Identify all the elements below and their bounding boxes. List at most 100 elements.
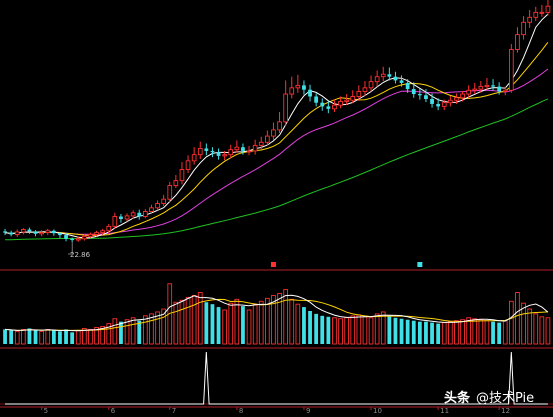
- x-tick-label: 10: [373, 407, 382, 415]
- volume-bar: [210, 304, 215, 344]
- volume-bar: [21, 328, 26, 345]
- volume-bar: [246, 309, 252, 345]
- candle-body: [380, 73, 386, 78]
- candle-body: [539, 11, 545, 14]
- volume-bar: [58, 331, 62, 344]
- candle-body: [320, 102, 325, 107]
- volume-bar: [460, 319, 465, 345]
- candle-body: [368, 81, 374, 89]
- candle-body: [228, 149, 234, 156]
- volume-bar: [332, 317, 337, 345]
- candle-body: [51, 230, 56, 234]
- stock-chart: 5 6 7 8 9 10 11 12 22.86 头条 @技术Pie: [0, 0, 553, 417]
- candle-body: [191, 154, 197, 162]
- volume-bar: [130, 317, 136, 345]
- candle-body: [374, 76, 380, 83]
- candle-body: [33, 231, 38, 234]
- candle-body: [497, 86, 502, 92]
- candle-body: [424, 95, 428, 99]
- stock-chart-svg: 5 6 7 8 9 10 11 12 22.86 头条 @技术Pie: [0, 0, 553, 415]
- candle-body: [210, 150, 215, 153]
- volume-bar: [478, 319, 484, 345]
- volume-bar: [64, 329, 68, 344]
- candle-body: [112, 216, 118, 227]
- volume-bar: [204, 302, 209, 344]
- candle-body: [460, 93, 465, 99]
- volume-bar: [51, 330, 56, 344]
- candle-body: [430, 98, 434, 104]
- candle-body: [82, 235, 87, 240]
- volume-bar: [137, 320, 142, 344]
- candle-body: [173, 180, 179, 187]
- volume-bar: [411, 320, 416, 344]
- volume-bar: [295, 303, 301, 345]
- volume-bar: [143, 315, 148, 345]
- candle-body: [302, 85, 306, 90]
- volume-bar: [344, 317, 349, 345]
- candle-body: [124, 215, 130, 220]
- candle-body: [308, 89, 312, 97]
- candlestick-layer: [3, 0, 551, 267]
- candle-body: [436, 103, 441, 107]
- volume-bar: [515, 292, 520, 345]
- candle-body: [149, 207, 154, 213]
- candle-body: [258, 141, 264, 146]
- volume-bar: [441, 322, 447, 345]
- volume-layer: [3, 283, 551, 345]
- candle-body: [417, 94, 422, 96]
- candle-body: [491, 85, 495, 87]
- volume-bar: [436, 323, 441, 344]
- x-tick-label: 11: [440, 407, 449, 415]
- candle-body: [411, 89, 416, 95]
- candle-body: [14, 231, 20, 235]
- volume-bar: [374, 313, 380, 345]
- candle-body: [502, 89, 508, 93]
- volume-bar: [545, 317, 551, 345]
- volume-bar: [350, 315, 356, 345]
- volume-bar: [527, 308, 532, 345]
- candle-body: [533, 11, 539, 18]
- volume-bar: [302, 307, 306, 344]
- volume-bar: [314, 313, 319, 344]
- candle-body: [222, 154, 227, 157]
- candle-body: [527, 16, 532, 23]
- candle-body: [27, 229, 32, 232]
- volume-bar: [277, 293, 282, 345]
- volume-bar: [3, 329, 7, 344]
- volume-bar: [497, 322, 502, 344]
- moving-average-layer: [4, 13, 549, 241]
- candle-body: [545, 5, 551, 13]
- x-tick-label: 9: [306, 407, 310, 415]
- volume-bar: [356, 314, 362, 345]
- candle-body: [509, 49, 514, 91]
- volume-bar: [491, 321, 495, 344]
- candle-body: [295, 84, 301, 89]
- candle-body: [94, 232, 99, 235]
- candle-body: [241, 147, 245, 151]
- x-tick-label: 5: [44, 407, 48, 415]
- candle-body: [478, 86, 484, 90]
- candle-body: [130, 212, 136, 217]
- volume-bar: [9, 330, 14, 344]
- volume-bar: [119, 321, 123, 344]
- volume-bar: [320, 315, 325, 344]
- candle-body: [216, 152, 221, 156]
- candle-body: [119, 216, 123, 219]
- candle-body: [441, 102, 447, 107]
- x-tick-label: 6: [111, 407, 116, 415]
- volume-bar: [448, 321, 453, 345]
- volume-bar: [430, 322, 434, 344]
- volume-bar: [124, 319, 130, 345]
- candle-body: [137, 212, 142, 217]
- volume-bar: [393, 317, 398, 344]
- candle-body: [344, 99, 349, 102]
- candle-body: [88, 234, 93, 237]
- candle-body: [45, 230, 51, 234]
- candle-body: [399, 80, 404, 83]
- volume-bar: [228, 302, 234, 345]
- volume-bar: [338, 318, 343, 345]
- candle-body: [252, 144, 258, 152]
- ma5-line: [4, 13, 549, 239]
- candle-body: [234, 146, 240, 151]
- volume-bar: [533, 313, 539, 345]
